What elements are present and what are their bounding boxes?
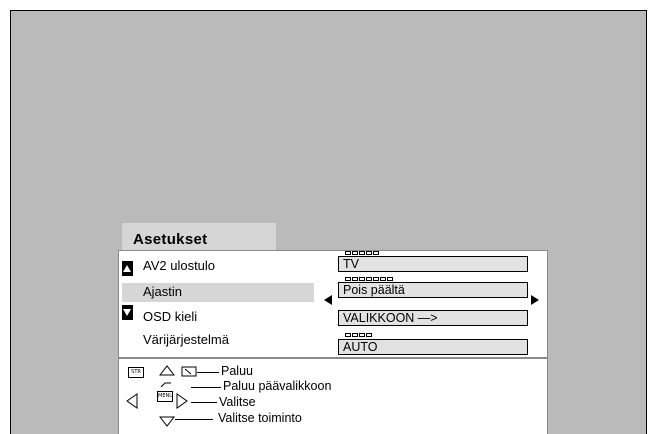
scroll-up-icon[interactable] <box>122 261 133 276</box>
menu-item-av2-output[interactable]: AV2 ulostulo <box>143 258 215 273</box>
value-dots <box>345 251 379 255</box>
up-key-icon <box>158 365 176 376</box>
menu-item-osd-language[interactable]: OSD kieli <box>143 309 197 324</box>
menu-item-timer[interactable]: Ajastin <box>143 284 182 299</box>
help-select-function: Valitse toiminto <box>218 411 302 425</box>
value-dots <box>345 333 372 337</box>
str-key-icon: STR <box>128 367 144 378</box>
help-back: Paluu <box>221 364 253 378</box>
right-triangle-icon[interactable] <box>531 295 539 305</box>
menu-item-color-system[interactable]: Värijärjestelmä <box>143 332 229 347</box>
callout-line <box>191 387 221 388</box>
timer-value[interactable]: Pois päältä <box>338 282 528 298</box>
av2-output-value[interactable]: TV <box>338 256 528 272</box>
value-dots <box>345 277 393 281</box>
menu-title-tab: Asetukset <box>122 223 276 251</box>
down-key-icon <box>158 416 176 427</box>
settings-menu: AV2 ulostulo Ajastin OSD kieli Värijärje… <box>118 250 548 358</box>
tv-screen: Asetukset AV2 ulostulo Ajastin OSD kieli… <box>10 10 647 434</box>
menu-key-icon: MENU <box>157 391 173 402</box>
callout-line <box>191 402 217 403</box>
callout-line <box>197 372 219 373</box>
osd-language-value[interactable]: VALIKKOON —> <box>338 310 528 326</box>
scroll-down-icon[interactable] <box>122 305 133 320</box>
menu-title: Asetukset <box>133 231 208 248</box>
help-select: Valitse <box>219 395 256 409</box>
left-key-icon <box>126 393 138 409</box>
help-main-menu: Paluu päävalikkoon <box>223 379 332 393</box>
callout-line <box>175 419 213 420</box>
tv-key-icon <box>181 366 197 377</box>
help-panel: STR MENU Paluu Paluu päävalikkoon Valits… <box>118 358 548 434</box>
left-triangle-icon[interactable] <box>324 295 332 305</box>
right-key-icon <box>176 393 188 409</box>
color-system-value[interactable]: AUTO <box>338 339 528 355</box>
